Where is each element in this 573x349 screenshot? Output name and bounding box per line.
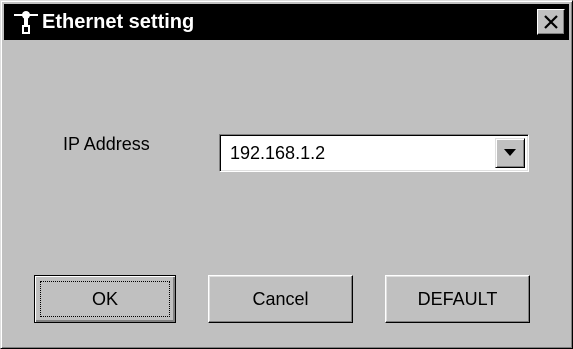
chevron-down-icon bbox=[504, 149, 516, 156]
close-icon bbox=[544, 15, 558, 29]
network-plug-icon bbox=[12, 8, 40, 36]
close-button[interactable] bbox=[537, 9, 565, 35]
focus-ring bbox=[40, 281, 170, 317]
cancel-button[interactable]: Cancel bbox=[208, 275, 353, 323]
window-title: Ethernet setting bbox=[42, 11, 195, 33]
default-button[interactable]: DEFAULT bbox=[385, 275, 530, 323]
title-bar[interactable]: Ethernet setting bbox=[4, 4, 569, 40]
dropdown-button[interactable] bbox=[495, 138, 525, 168]
ok-button[interactable]: OK bbox=[34, 275, 176, 323]
cancel-button-label: Cancel bbox=[252, 288, 309, 309]
ip-address-combobox[interactable]: 192.168.1.2 bbox=[219, 134, 529, 172]
ip-address-label: IP Address bbox=[63, 134, 150, 154]
ethernet-setting-dialog: Ethernet setting IP Address 192.168.1.2 … bbox=[0, 0, 573, 349]
ip-address-value[interactable]: 192.168.1.2 bbox=[230, 143, 325, 164]
default-button-label: DEFAULT bbox=[417, 288, 498, 309]
